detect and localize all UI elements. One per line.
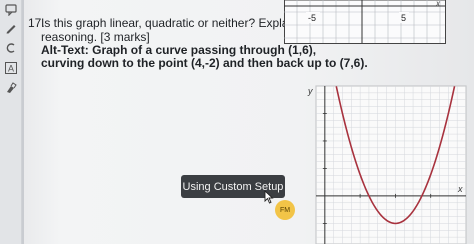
top-graph-tick-right: 5 (401, 13, 406, 23)
comment-icon[interactable] (3, 2, 19, 18)
top-graph: -5 5 x (284, 0, 446, 44)
pen-icon[interactable] (3, 20, 19, 36)
eraser-icon[interactable] (3, 40, 19, 56)
top-graph-tick-left: -5 (308, 13, 316, 23)
svg-text:A: A (8, 64, 14, 74)
text-box-icon[interactable]: A (3, 60, 19, 76)
graph-x-axis-label: x (457, 184, 463, 194)
question-text-line-2: reasoning. [3 marks] (41, 30, 150, 44)
toolbar-divider (22, 0, 24, 244)
annotation-toolbar: A (0, 0, 22, 244)
parabola-graph: y x (307, 85, 467, 244)
alt-text-line-2: curving down to the point (4,-2) and the… (41, 56, 368, 70)
question-text-line-1: Is this graph linear, quadratic or neith… (41, 16, 325, 30)
mouse-cursor-icon (264, 190, 274, 204)
graph-plot-area (315, 85, 467, 244)
alt-text-line-1: Alt-Text: Graph of a curve passing throu… (41, 43, 317, 57)
graph-y-axis-label: y (307, 86, 313, 96)
highlighter-icon[interactable] (3, 80, 19, 96)
avatar[interactable]: FM (275, 200, 295, 220)
